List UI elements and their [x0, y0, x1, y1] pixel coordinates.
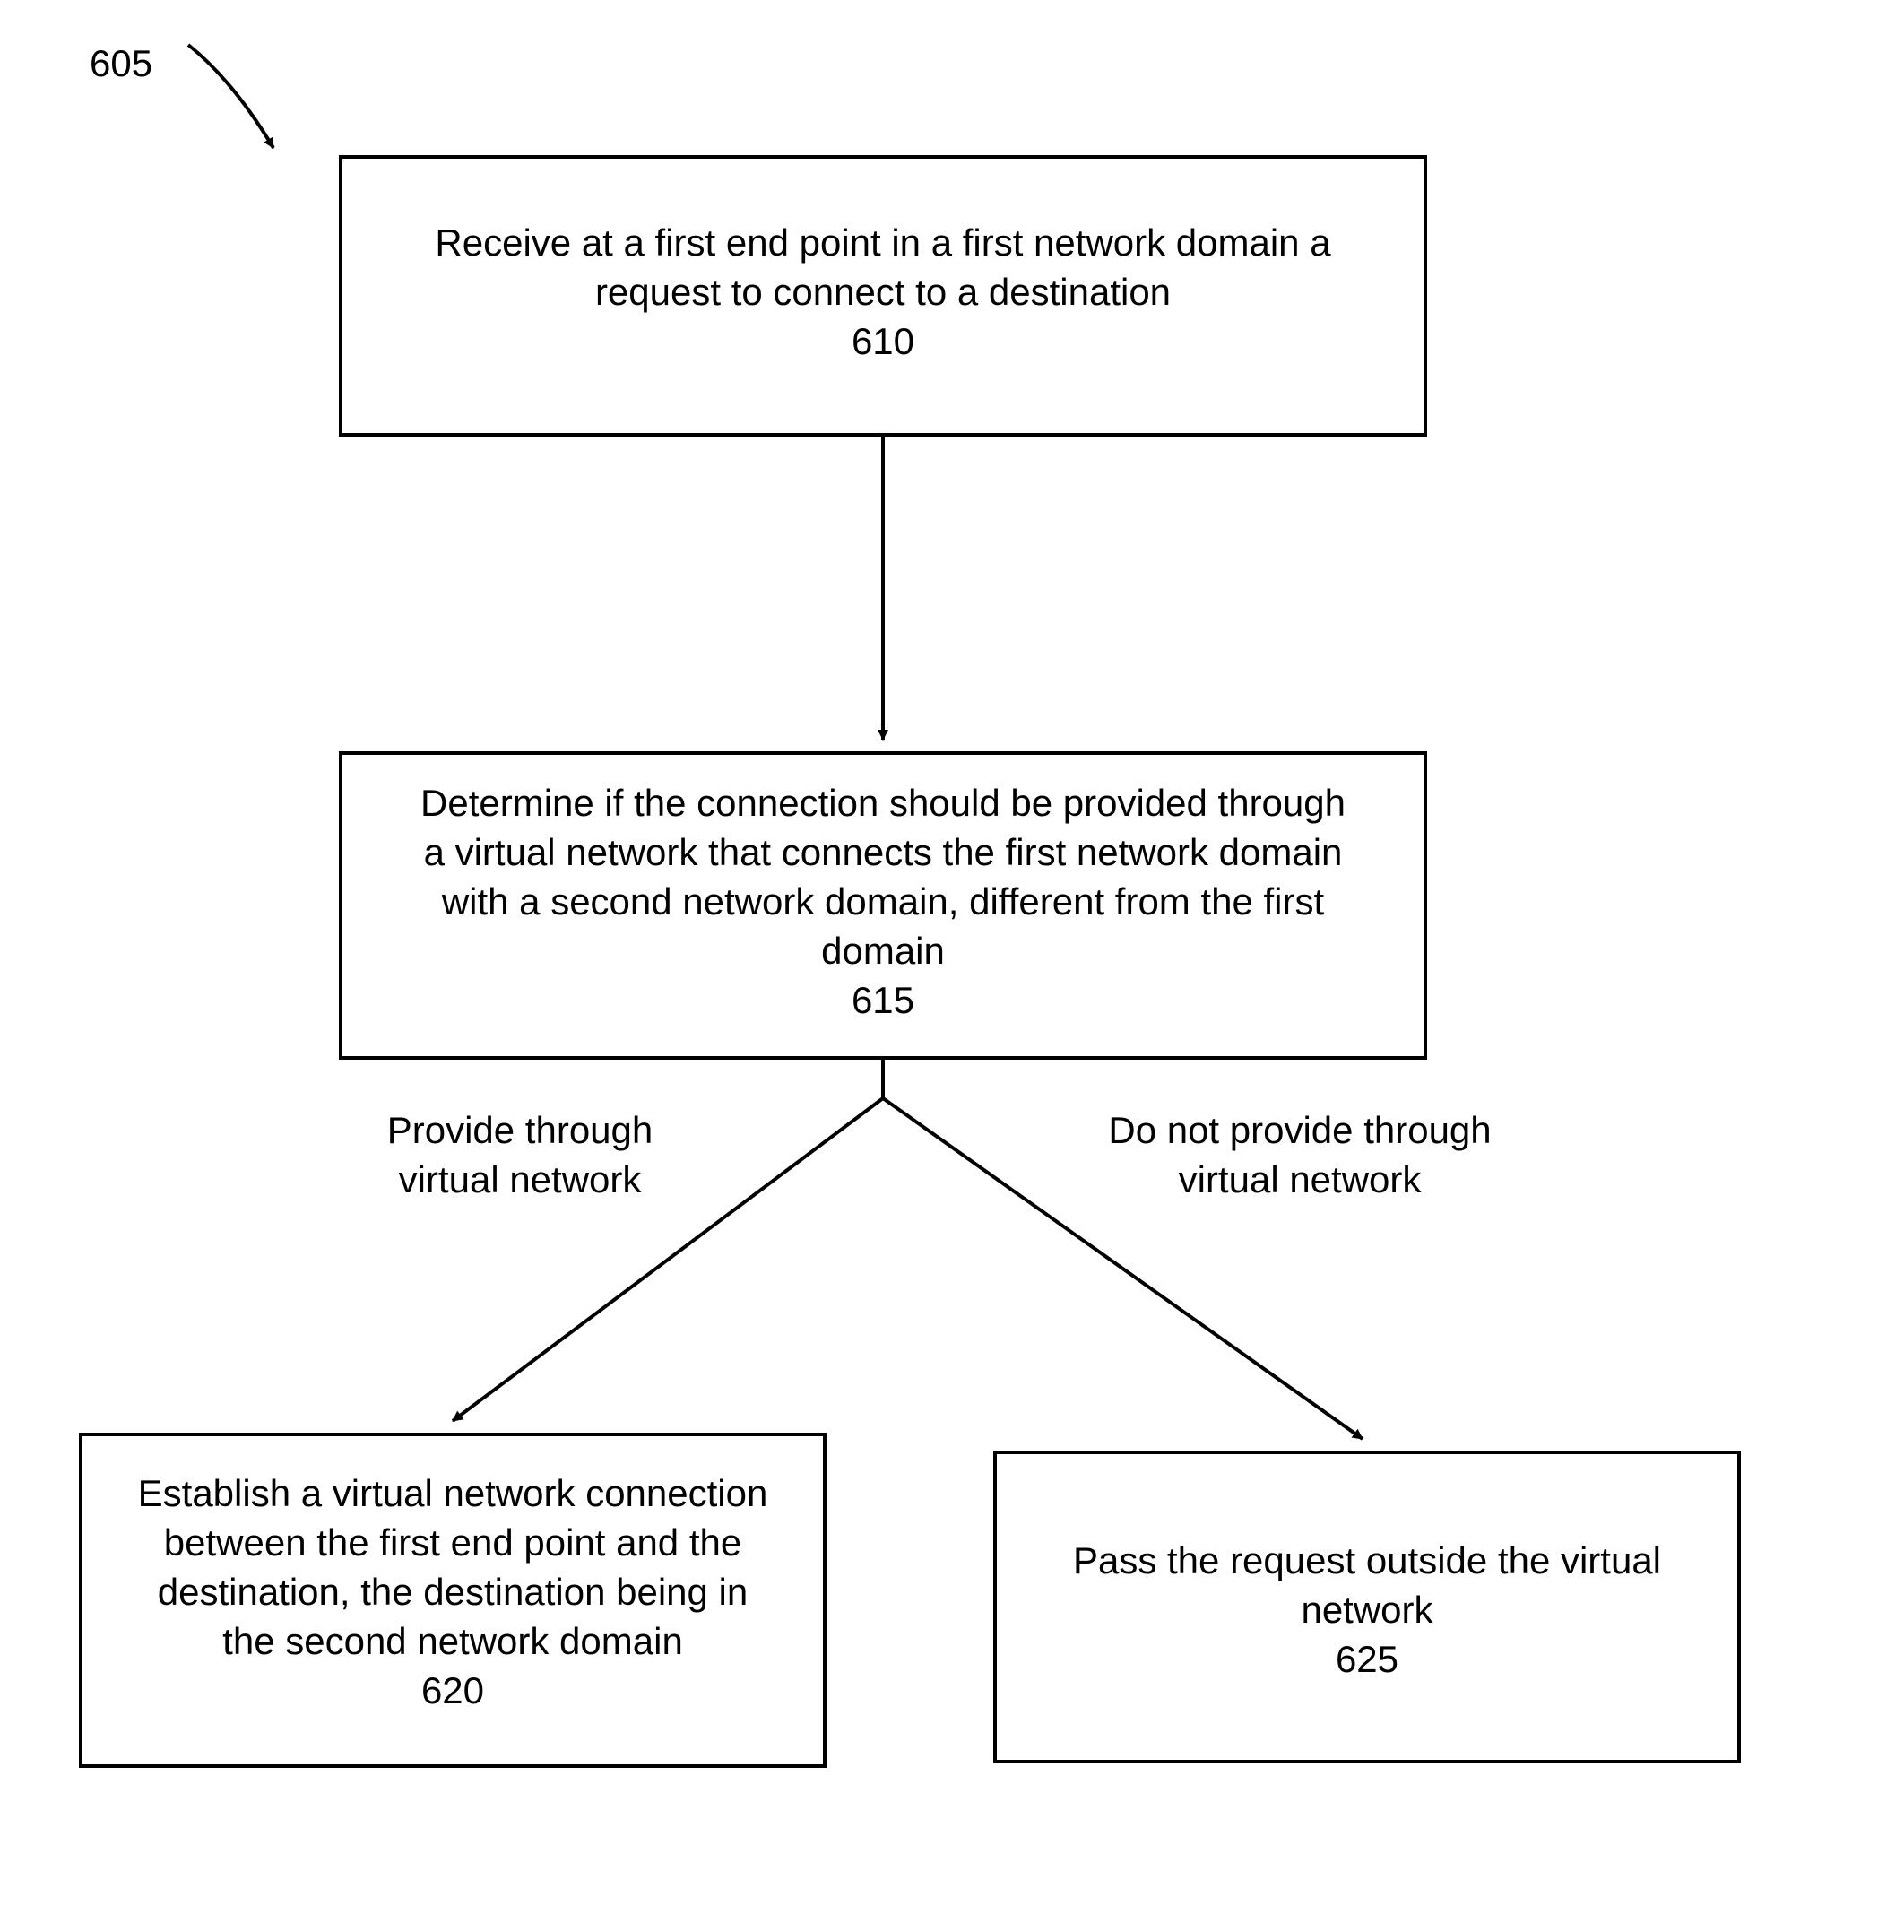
box-625-line2: network: [1301, 1589, 1433, 1631]
flowchart: 605 Receive at a first end point in a fi…: [0, 0, 1904, 1932]
box-615-line1: Determine if the connection should be pr…: [420, 782, 1346, 824]
branch-right-line1: Do not provide through: [1108, 1109, 1491, 1151]
ref-label: 605: [90, 42, 152, 84]
branch-left-line1: Provide through: [387, 1109, 653, 1151]
ref-arrow: [188, 45, 273, 148]
box-610-line2: request to connect to a destination: [595, 271, 1171, 313]
box-620-line1: Establish a virtual network connection: [138, 1472, 768, 1514]
branch-right-line2: virtual network: [1179, 1158, 1423, 1200]
box-615-line2: a virtual network that connects the firs…: [424, 831, 1343, 873]
box-620-line3: destination, the destination being in: [158, 1571, 749, 1613]
box-615-line3: with a second network domain, different …: [441, 880, 1325, 923]
box-610-num: 610: [852, 320, 914, 362]
branch-left-line2: virtual network: [399, 1158, 643, 1200]
box-610-line1: Receive at a first end point in a first …: [435, 221, 1331, 264]
box-620-num: 620: [421, 1669, 484, 1711]
box-625-num: 625: [1336, 1638, 1398, 1680]
box-620-line4: the second network domain: [222, 1620, 683, 1662]
box-625-line1: Pass the request outside the virtual: [1073, 1539, 1661, 1581]
box-615-line4: domain: [821, 930, 945, 972]
box-620-line2: between the first end point and the: [164, 1521, 741, 1564]
box-615-num: 615: [852, 979, 914, 1021]
